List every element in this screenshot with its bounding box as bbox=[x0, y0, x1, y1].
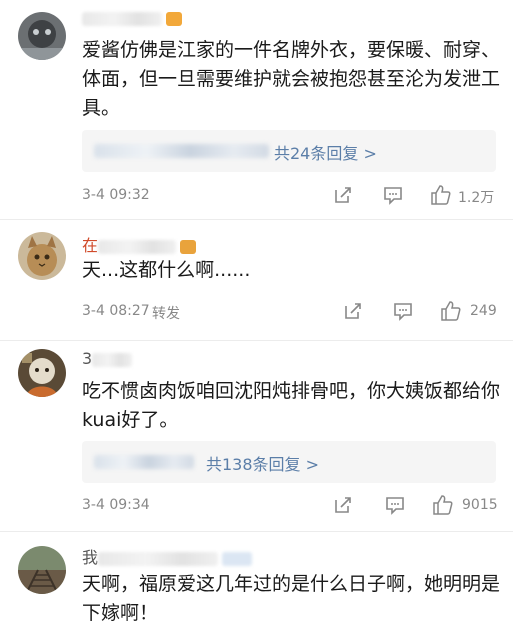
username[interactable]: 3 bbox=[82, 349, 133, 368]
comment-text: 天啊，福原爱这几年过的是什么日子啊，她明明是下嫁啊！ bbox=[82, 573, 501, 624]
like-count: 9015 bbox=[462, 497, 498, 513]
replies-box[interactable]: 共138条回复 > bbox=[82, 441, 496, 483]
comment-meta: 3-4 09:32 1.2万 bbox=[82, 184, 502, 208]
replies-count-link[interactable]: 共24条回复 > bbox=[274, 140, 377, 164]
comment-icon[interactable] bbox=[382, 184, 404, 206]
share-icon[interactable] bbox=[342, 300, 364, 322]
avatar[interactable] bbox=[18, 349, 66, 397]
thumbs-up-icon[interactable] bbox=[440, 300, 462, 322]
thumbs-up-icon[interactable] bbox=[432, 494, 454, 516]
like-count: 249 bbox=[470, 303, 497, 319]
reply-preview bbox=[94, 455, 194, 469]
avatar[interactable] bbox=[18, 232, 66, 280]
vip-badge-icon bbox=[180, 239, 197, 254]
timestamp: 3-4 08:27 bbox=[82, 303, 150, 319]
comment-icon[interactable] bbox=[384, 494, 406, 516]
forward-link[interactable]: 转发 bbox=[152, 303, 180, 323]
username[interactable] bbox=[82, 8, 182, 27]
username[interactable]: 在 bbox=[82, 232, 197, 256]
comment-meta: 3-4 09:34 9015 bbox=[82, 494, 502, 518]
avatar[interactable] bbox=[18, 546, 66, 594]
divider bbox=[0, 340, 513, 341]
username[interactable]: 我 bbox=[82, 544, 253, 568]
share-icon[interactable] bbox=[332, 494, 354, 516]
replies-box[interactable]: 共24条回复 > bbox=[82, 130, 496, 172]
timestamp: 3-4 09:34 bbox=[82, 497, 150, 513]
thumbs-up-icon[interactable] bbox=[430, 184, 452, 206]
avatar[interactable] bbox=[18, 12, 66, 60]
replies-count-link[interactable]: 共138条回复 > bbox=[206, 451, 319, 475]
like-count: 1.2万 bbox=[458, 190, 495, 206]
comment-text: 天...这都什么啊...... bbox=[82, 259, 251, 281]
comment-icon[interactable] bbox=[392, 300, 414, 322]
timestamp: 3-4 09:32 bbox=[82, 187, 150, 203]
comment-meta: 3-4 08:27 转发 249 bbox=[82, 300, 502, 324]
comment-text: 吃不惯卤肉饭咱回沈阳炖排骨吧，你大姨饭都给你kuai好了。 bbox=[82, 380, 501, 431]
share-icon[interactable] bbox=[332, 184, 354, 206]
comment-text: 爱酱仿佛是江家的一件名牌外衣，要保暖、耐穿、体面，但一旦需要维护就会被抱怨甚至沦… bbox=[82, 39, 501, 119]
divider bbox=[0, 531, 513, 532]
reply-preview bbox=[94, 144, 269, 158]
vip-badge-icon bbox=[166, 11, 182, 26]
divider bbox=[0, 219, 513, 220]
